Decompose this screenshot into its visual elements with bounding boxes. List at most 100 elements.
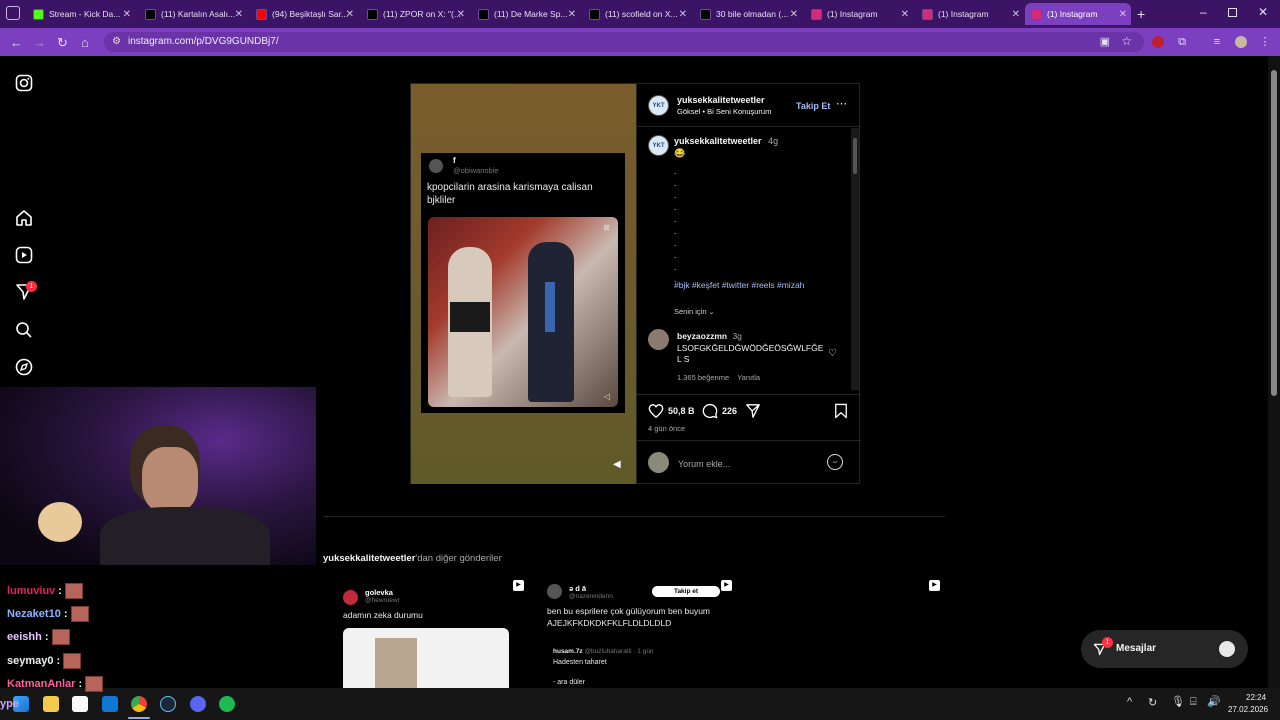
close-window-button[interactable]: ✕	[1258, 5, 1268, 19]
tab-1[interactable]: Stream - Kick Da... ✕	[27, 3, 135, 25]
home-icon[interactable]: ⌂	[81, 35, 89, 50]
chat-emote-icon	[63, 653, 82, 669]
save-bookmark-icon[interactable]	[834, 403, 848, 419]
tab-close-icon[interactable]: ✕	[235, 9, 243, 20]
search-nav-icon[interactable]	[15, 321, 33, 339]
steam-icon[interactable]	[160, 696, 176, 712]
clock-time[interactable]: 22:24	[1246, 693, 1266, 702]
install-app-icon[interactable]: ▣	[1100, 35, 1110, 48]
more-post-card-2[interactable]: ə d ā @nazenindenn Takip et ben bu espri…	[531, 574, 737, 688]
share-icon[interactable]	[745, 403, 761, 419]
author-name[interactable]: yuksekkalitetweetler	[677, 95, 765, 105]
site-info-icon[interactable]: ⚙	[112, 36, 121, 47]
like-count[interactable]: 50,8 B	[668, 406, 695, 416]
outlook-icon[interactable]	[102, 696, 118, 712]
new-tab-button[interactable]: +	[1137, 6, 1145, 22]
media-control-icon[interactable]: ≡	[1211, 36, 1223, 48]
tab-3[interactable]: (94) Beşiktaşlı Sar... ✕	[250, 3, 358, 25]
back-icon[interactable]: ←	[10, 35, 23, 50]
chat-separator: :	[56, 654, 61, 667]
tab-9[interactable]: (1) Instagram ✕	[916, 3, 1024, 25]
caption-author[interactable]: yuksekkalitetweetler	[674, 136, 762, 146]
more-posts-author[interactable]: yuksekkalitetweetler	[323, 553, 415, 564]
tab-10[interactable]: (1) Instagram ✕	[1025, 3, 1131, 25]
tab-6[interactable]: (11) scofield on X... ✕	[583, 3, 691, 25]
tab-title: (1) Instagram	[1047, 9, 1098, 19]
author-avatar[interactable]: YKT	[648, 95, 669, 116]
comment-count[interactable]: 226	[722, 406, 737, 416]
tab-bar: Stream - Kick Da... ✕ (11) Kartalın Asalı.…	[0, 0, 1280, 28]
sound-icon[interactable]: ◀	[613, 459, 621, 470]
add-comment-input[interactable]: Yorum ekle...	[678, 459, 730, 469]
tab-close-icon[interactable]: ✕	[457, 9, 465, 20]
volume-icon[interactable]: 🔊	[1207, 695, 1221, 708]
tab-2[interactable]: (11) Kartalın Asalı... ✕	[139, 3, 247, 25]
tab-close-icon[interactable]: ✕	[123, 9, 131, 20]
extensions-icon[interactable]: ⧉	[1176, 36, 1188, 48]
profile-avatar[interactable]	[1235, 36, 1247, 48]
forward-icon[interactable]: →	[33, 35, 46, 50]
tab-close-icon[interactable]: ✕	[1119, 9, 1127, 20]
comment-user[interactable]: beyzaozzmn	[677, 331, 727, 341]
explore-nav-icon[interactable]	[15, 358, 33, 376]
menu-icon[interactable]: ⋮	[1259, 36, 1271, 48]
maximize-button[interactable]	[1228, 8, 1237, 17]
audio-label[interactable]: Göksel • Bi Seni Konuşurum	[677, 107, 771, 116]
tab-5[interactable]: (11) De Marke Sp... ✕	[472, 3, 580, 25]
x-icon	[145, 8, 156, 20]
tab-close-icon[interactable]: ✕	[1012, 9, 1020, 20]
more-post-card-1[interactable]: golevka @hewruewr adamın zeka durumu ▶	[323, 574, 529, 688]
instagram-logo-icon[interactable]	[15, 74, 33, 92]
tab-close-icon[interactable]: ✕	[346, 9, 354, 20]
clock-date[interactable]: 27.02.2026	[1228, 705, 1268, 714]
reel-video[interactable]: f @obiwanobie kpopcilarin arasina karism…	[411, 84, 636, 484]
page-scrollbar[interactable]	[1268, 56, 1280, 688]
caption-avatar[interactable]: YKT	[648, 135, 669, 156]
home-nav-icon[interactable]	[15, 209, 33, 227]
comment-icon[interactable]	[702, 403, 718, 419]
emoji-icon[interactable]: ⌣	[827, 454, 843, 470]
tab-close-icon[interactable]: ✕	[679, 9, 687, 20]
caption-dot: .	[674, 215, 677, 224]
tab-search-icon[interactable]	[6, 6, 20, 20]
bookmark-star-icon[interactable]: ☆	[1121, 34, 1132, 48]
comment-likes[interactable]: 1.365 beğenme	[677, 373, 729, 382]
follow-button[interactable]: Takip Et	[796, 101, 830, 111]
comment-like-icon[interactable]: ♡	[828, 348, 837, 359]
comment-avatar[interactable]	[648, 329, 669, 350]
reel-icon: ▶	[721, 580, 732, 591]
minimize-button[interactable]: –	[1200, 5, 1207, 19]
chrome-icon[interactable]	[131, 696, 147, 712]
store-icon[interactable]	[72, 696, 88, 712]
messages-button[interactable]: 1 Mesajlar	[1081, 630, 1248, 668]
address-field[interactable]: ⚙ instagram.com/p/DVG9GUNDBj7/ ▣ ☆	[104, 32, 1144, 52]
microphone-icon[interactable]: 🎙	[1171, 695, 1185, 708]
reload-icon[interactable]: ↻	[57, 35, 68, 51]
discord-icon[interactable]	[190, 696, 206, 712]
tab-7[interactable]: 30 bile olmadan (... ✕	[694, 3, 802, 25]
tab-title: (94) Beşiktaşlı Sar...	[272, 9, 349, 19]
tray-chevron-icon[interactable]: ^	[1127, 696, 1132, 708]
tab-close-icon[interactable]: ✕	[790, 9, 798, 20]
like-heart-icon[interactable]	[648, 403, 664, 419]
tab-4[interactable]: (11) ZPOR on X: "(... ✕	[361, 3, 469, 25]
file-explorer-icon[interactable]	[43, 696, 59, 712]
more-options-icon[interactable]: ⋯	[836, 97, 847, 110]
reels-nav-icon[interactable]	[15, 246, 33, 264]
opera-extension-icon[interactable]	[1152, 36, 1164, 48]
spotify-icon[interactable]	[219, 696, 235, 712]
reply-link[interactable]: Yanıtla	[737, 373, 760, 382]
tab-close-icon[interactable]: ✕	[568, 9, 576, 20]
comments-scrollbar[interactable]	[851, 128, 859, 390]
tray-sync-icon[interactable]: ↻	[1148, 696, 1157, 709]
for-you-toggle[interactable]: Senin için ⌄	[674, 307, 715, 316]
tab-close-icon[interactable]: ✕	[901, 9, 909, 20]
tab-8[interactable]: (1) Instagram ✕	[805, 3, 913, 25]
caption-hashtags[interactable]: #bjk #keşfet #twitter #reels #mizah	[674, 280, 804, 290]
network-icon[interactable]: ⌸	[1190, 696, 1197, 709]
chat-separator: :	[58, 584, 62, 597]
more-post-card-3[interactable]: ▶	[739, 574, 945, 688]
chat-message: eeishh:	[7, 629, 70, 645]
active-app-indicator	[128, 717, 150, 719]
tab-title: 30 bile olmadan (...	[716, 9, 789, 19]
